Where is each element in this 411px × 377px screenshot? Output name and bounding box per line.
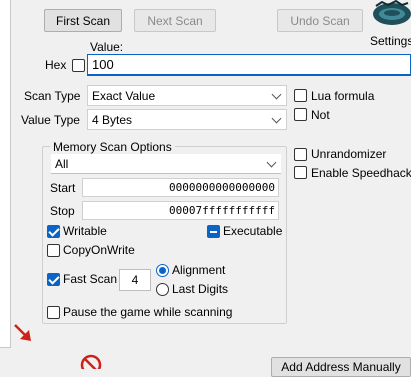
value-type-value: 4 Bytes xyxy=(92,112,133,127)
stop-icon[interactable] xyxy=(80,354,102,369)
unrandomizer-checkbox[interactable] xyxy=(294,148,307,161)
memory-region-value: All xyxy=(55,156,69,171)
next-scan-button[interactable]: Next Scan xyxy=(134,9,216,32)
copy-on-write-label[interactable]: CopyOnWrite xyxy=(63,242,135,258)
stop-address-value: 00007fffffffffff xyxy=(169,204,275,217)
start-label: Start xyxy=(50,181,76,195)
lua-formula-checkbox[interactable] xyxy=(294,89,307,102)
hex-checkbox[interactable] xyxy=(72,59,85,72)
fast-scan-label[interactable]: Fast Scan xyxy=(63,271,117,287)
memory-scan-options-title: Memory Scan Options xyxy=(50,139,175,155)
enable-speedhack-label[interactable]: Enable Speedhack xyxy=(311,165,411,181)
value-type-select[interactable]: 4 Bytes xyxy=(87,109,287,130)
pause-game-checkbox[interactable] xyxy=(47,306,60,319)
settings-label[interactable]: Settings xyxy=(370,33,411,49)
hex-label: Hex xyxy=(45,58,67,72)
not-label[interactable]: Not xyxy=(311,107,330,123)
copy-on-write-checkbox[interactable] xyxy=(47,244,60,257)
memory-region-select[interactable]: All xyxy=(51,154,281,174)
scan-type-value: Exact Value xyxy=(92,88,156,103)
chevron-down-icon xyxy=(271,89,282,100)
enable-speedhack-checkbox[interactable] xyxy=(294,166,307,179)
scan-type-label: Scan Type xyxy=(24,89,81,103)
fast-scan-alignment-value: 4 xyxy=(131,273,139,287)
pause-game-label[interactable]: Pause the game while scanning xyxy=(63,304,232,320)
writable-checkbox[interactable] xyxy=(47,225,60,238)
start-address-value: 0000000000000000 xyxy=(169,181,275,194)
value-input[interactable]: 100 xyxy=(87,54,411,76)
lua-formula-label[interactable]: Lua formula xyxy=(311,88,374,104)
chevron-down-icon xyxy=(266,157,277,168)
stop-address-input[interactable]: 00007fffffffffff xyxy=(82,201,279,220)
executable-label[interactable]: Executable xyxy=(223,223,282,239)
value-type-label: Value Type xyxy=(21,113,80,127)
cheat-engine-logo-icon[interactable] xyxy=(368,0,411,32)
not-checkbox[interactable] xyxy=(294,108,307,121)
chevron-down-icon xyxy=(271,113,282,124)
stop-label: Stop xyxy=(50,204,75,218)
fast-scan-alignment-input[interactable]: 4 xyxy=(119,269,151,291)
alignment-radio[interactable] xyxy=(156,264,169,277)
arrow-down-right-icon[interactable] xyxy=(12,322,34,344)
scan-type-select[interactable]: Exact Value xyxy=(87,85,287,106)
undo-scan-button[interactable]: Undo Scan xyxy=(277,9,363,32)
start-address-input[interactable]: 0000000000000000 xyxy=(82,178,279,197)
executable-checkbox[interactable] xyxy=(207,225,220,238)
fast-scan-checkbox[interactable] xyxy=(47,273,60,286)
address-list-pane[interactable] xyxy=(0,0,11,348)
unrandomizer-label[interactable]: Unrandomizer xyxy=(311,146,386,162)
add-address-manually-button[interactable]: Add Address Manually xyxy=(271,357,411,377)
last-digits-label[interactable]: Last Digits xyxy=(172,281,228,297)
value-input-text: 100 xyxy=(92,57,114,72)
writable-label[interactable]: Writable xyxy=(63,223,107,239)
last-digits-radio[interactable] xyxy=(156,283,169,296)
value-label: Value: xyxy=(90,40,124,54)
alignment-label[interactable]: Alignment xyxy=(172,262,225,278)
first-scan-button[interactable]: First Scan xyxy=(44,9,122,32)
